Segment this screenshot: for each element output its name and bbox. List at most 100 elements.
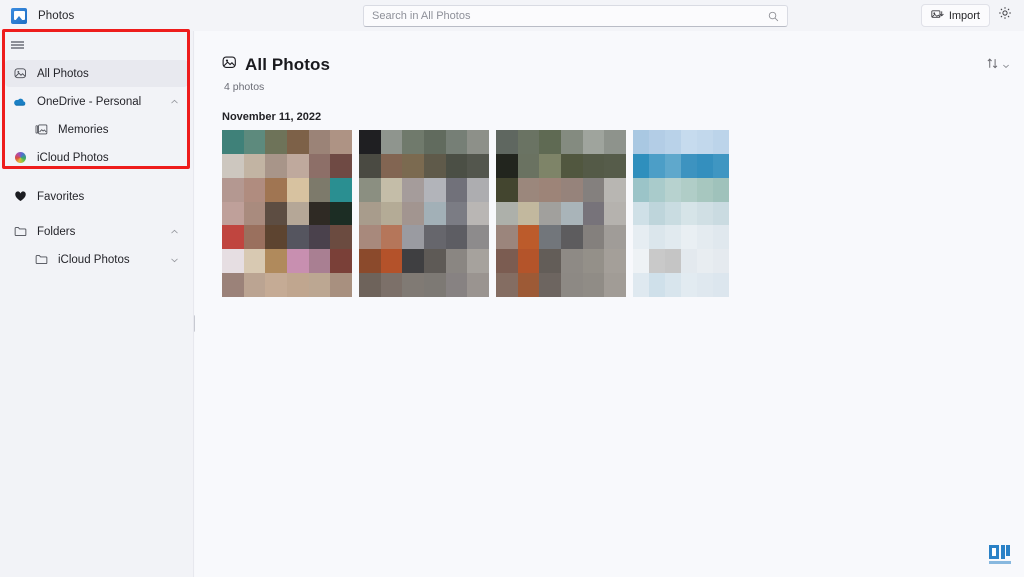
photo-pixel xyxy=(423,130,446,154)
photo-pixel xyxy=(665,201,681,226)
heart-icon xyxy=(12,189,28,205)
photo-pixel xyxy=(649,153,665,178)
photo-pixel xyxy=(467,130,489,154)
photo-pixel xyxy=(265,225,287,250)
photo-pixel xyxy=(467,249,489,274)
photo-pixel xyxy=(330,225,352,250)
chevron-up-icon[interactable] xyxy=(170,227,179,236)
photo-thumbnail[interactable] xyxy=(633,130,729,297)
photo-pixel xyxy=(380,201,403,226)
sidebar-item-label: iCloud Photos xyxy=(37,151,109,164)
import-button[interactable]: Import xyxy=(920,4,990,27)
sidebar-item-icloud-photos[interactable]: iCloud Photos xyxy=(5,144,188,171)
photos-app-icon xyxy=(11,7,27,24)
sidebar-item-label: All Photos xyxy=(37,67,89,80)
sidebar: All Photos OneDrive - Personal Memories … xyxy=(0,31,194,577)
sidebar-item-all-photos[interactable]: All Photos xyxy=(5,60,188,87)
photo-pixel xyxy=(243,130,266,154)
sidebar-item-favorites[interactable]: Favorites xyxy=(5,183,188,210)
photo-pixel xyxy=(539,153,561,178)
photo-pixel xyxy=(681,273,697,297)
chevron-down-icon[interactable] xyxy=(170,255,179,264)
photo-pixel xyxy=(633,249,649,274)
sidebar-item-folders[interactable]: Folders xyxy=(5,218,188,245)
photo-thumbnail[interactable] xyxy=(496,130,626,297)
photo-pixel xyxy=(445,273,468,297)
photo-pixel xyxy=(265,273,287,297)
chevron-up-icon[interactable] xyxy=(170,97,179,106)
photo-pixel xyxy=(402,153,424,178)
sort-arrows-icon[interactable] xyxy=(986,57,999,75)
photo-pixel xyxy=(582,249,605,274)
hamburger-menu-icon[interactable] xyxy=(0,31,193,59)
photo-pixel xyxy=(539,249,561,274)
photo-pixel xyxy=(222,130,244,154)
sidebar-item-onedrive-personal[interactable]: OneDrive - Personal xyxy=(5,88,188,115)
photo-pixel xyxy=(286,249,309,274)
photo-pixel xyxy=(582,153,605,178)
photo-pixel xyxy=(359,201,381,226)
sidebar-item-memories[interactable]: Memories xyxy=(5,116,188,143)
photo-pixel xyxy=(330,130,352,154)
photo-pixel xyxy=(697,249,713,274)
photo-pixel xyxy=(681,153,697,178)
photo-count-label: 4 photos xyxy=(224,81,265,93)
photo-pixel xyxy=(445,130,468,154)
search-box[interactable] xyxy=(363,5,788,27)
title-bar: Photos Import xyxy=(0,0,1024,31)
photo-pixel xyxy=(380,249,403,274)
photo-pixel xyxy=(286,153,309,178)
photo-pixel xyxy=(681,249,697,274)
photo-pixel xyxy=(713,249,729,274)
photo-pixel xyxy=(496,249,518,274)
photo-pixel xyxy=(517,177,540,202)
photo-pixel xyxy=(308,177,331,202)
sort-control[interactable] xyxy=(986,57,1010,75)
sidebar-item-label: Favorites xyxy=(37,190,85,203)
photo-pixel xyxy=(222,225,244,250)
photo-pixel xyxy=(633,201,649,226)
photo-pixel xyxy=(359,153,381,178)
photo-pixel xyxy=(560,273,583,297)
photo-pixel xyxy=(380,273,403,297)
photo-pixel xyxy=(243,273,266,297)
photo-pixel xyxy=(423,249,446,274)
search-input[interactable] xyxy=(364,10,768,22)
photo-pixel xyxy=(423,273,446,297)
photo-pixel xyxy=(560,249,583,274)
settings-button[interactable] xyxy=(992,4,1018,27)
photo-pixel xyxy=(649,273,665,297)
photo-pixel xyxy=(286,130,309,154)
photo-pixel xyxy=(286,201,309,226)
photo-pixel xyxy=(496,177,518,202)
photo-pixel xyxy=(380,225,403,250)
photo-pixel xyxy=(713,201,729,226)
photo-pixel xyxy=(265,130,287,154)
photo-pixel xyxy=(380,130,403,154)
photo-thumbnail[interactable] xyxy=(222,130,352,297)
sidebar-item-folders-icloud-photos[interactable]: iCloud Photos xyxy=(5,246,188,273)
photo-pixel xyxy=(681,130,697,154)
site-watermark-logo xyxy=(986,543,1016,569)
photo-pixel xyxy=(222,177,244,202)
photo-pixel xyxy=(649,201,665,226)
photo-pixel xyxy=(633,273,649,297)
photo-pixel xyxy=(539,273,561,297)
photo-pixel xyxy=(402,201,424,226)
photo-pixel xyxy=(665,177,681,202)
photo-pixel xyxy=(445,177,468,202)
search-icon[interactable] xyxy=(768,11,779,22)
chevron-down-icon[interactable] xyxy=(1002,57,1010,75)
photo-pixel xyxy=(582,273,605,297)
photo-pixel xyxy=(243,201,266,226)
photo-pixel xyxy=(359,273,381,297)
photo-pixel xyxy=(308,225,331,250)
photo-pixel xyxy=(604,273,626,297)
photo-thumbnail[interactable] xyxy=(359,130,489,297)
page-title: All Photos xyxy=(222,55,1024,75)
photo-pixel xyxy=(697,153,713,178)
photo-pixel xyxy=(665,273,681,297)
photo-grid xyxy=(222,130,1024,297)
photo-pixel xyxy=(604,201,626,226)
sidebar-item-label: OneDrive - Personal xyxy=(37,95,142,108)
